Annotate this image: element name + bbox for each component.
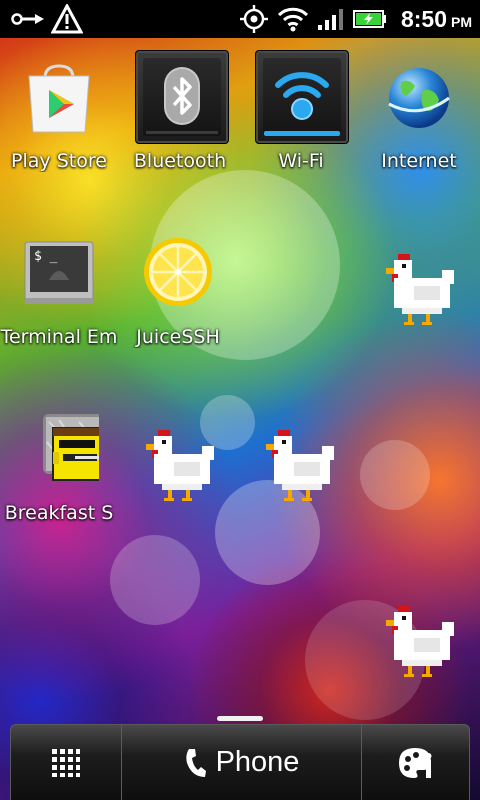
chicken-icon <box>266 430 334 501</box>
signal-icon <box>316 0 346 38</box>
app-breakfast[interactable]: Breakfast S <box>0 412 118 524</box>
globe-icon <box>379 60 459 140</box>
chicken-icon <box>386 254 454 325</box>
personalize-button[interactable] <box>361 725 469 800</box>
wifi-icon <box>276 0 310 38</box>
warning-icon <box>50 0 84 38</box>
gps-icon <box>238 0 270 38</box>
breakfast-icon <box>19 412 106 492</box>
status-bar: 8:50 PM <box>0 0 480 38</box>
svg-text:$ _: $ _ <box>34 249 58 264</box>
phone-label: Phone <box>215 746 300 778</box>
dock-handle[interactable] <box>217 716 263 721</box>
lemon-icon <box>138 236 218 316</box>
app-label: Play Store <box>11 150 107 172</box>
personalize-icon <box>398 747 431 778</box>
battery-charging-icon <box>352 0 388 38</box>
app-label: Bluetooth <box>133 150 227 172</box>
app-terminal-emulator[interactable]: $ _ Terminal Em <box>0 236 118 348</box>
app-label: JuiceSSH <box>136 326 220 348</box>
bluetooth-toggle-widget[interactable] <box>135 50 229 144</box>
bluetooth-icon <box>164 67 200 125</box>
app-juicessh[interactable]: JuiceSSH <box>119 236 237 348</box>
wallpaper-bokeh <box>360 440 430 510</box>
status-clock: 8:50 PM <box>401 0 472 38</box>
app-label: Internet <box>381 150 457 172</box>
app-label: Terminal Em <box>0 326 118 348</box>
app-drawer-icon <box>52 748 80 777</box>
wifi-toggle-icon <box>275 72 329 120</box>
wallpaper-bokeh <box>110 535 200 625</box>
app-label: Breakfast S <box>4 502 114 524</box>
bluetooth-status-bar <box>146 131 218 134</box>
dock-bar: Phone <box>10 724 470 800</box>
app-label: Wi-Fi <box>278 150 324 172</box>
wifi-status-bar <box>264 131 340 136</box>
usb-debug-icon <box>10 0 46 38</box>
app-internet[interactable]: Internet <box>360 60 478 172</box>
chicken-icon <box>146 430 214 501</box>
phone-button[interactable]: Phone <box>121 725 361 800</box>
clock-time: 8:50 <box>400 6 447 32</box>
phone-icon <box>185 748 206 777</box>
app-drawer-button[interactable] <box>11 725 121 800</box>
wifi-toggle-widget[interactable] <box>255 50 349 144</box>
clock-ampm: PM <box>451 14 472 30</box>
app-play-store[interactable]: Play Store <box>0 60 118 172</box>
play-store-icon <box>19 60 99 140</box>
terminal-icon: $ _ <box>19 236 99 316</box>
chicken-icon <box>386 606 454 677</box>
